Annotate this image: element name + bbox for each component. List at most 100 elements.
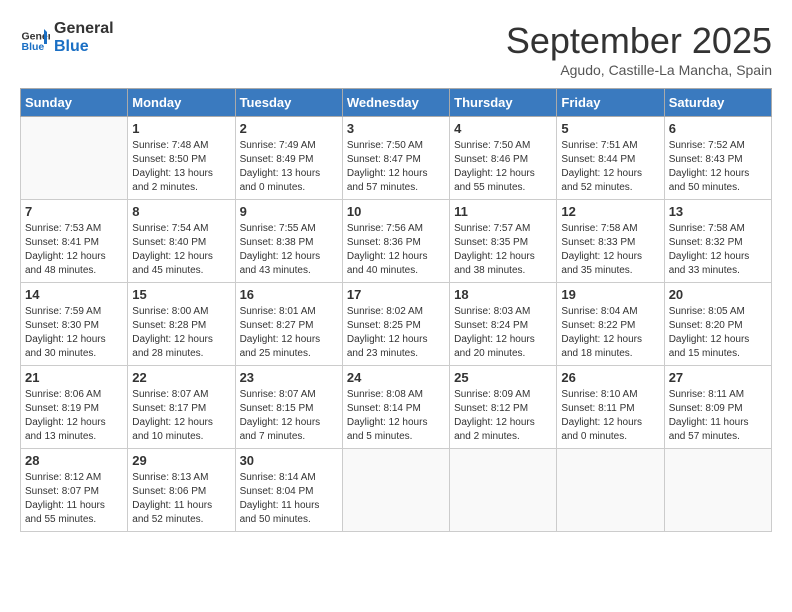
day-number: 9	[240, 204, 338, 219]
subtitle: Agudo, Castille-La Mancha, Spain	[506, 62, 772, 78]
weekday-header-wednesday: Wednesday	[342, 89, 449, 117]
day-number: 23	[240, 370, 338, 385]
day-info: Sunrise: 8:05 AM Sunset: 8:20 PM Dayligh…	[669, 305, 767, 361]
calendar-table: SundayMondayTuesdayWednesdayThursdayFrid…	[20, 88, 772, 532]
weekday-header-tuesday: Tuesday	[235, 89, 342, 117]
calendar-cell: 17 Sunrise: 8:02 AM Sunset: 8:25 PM Dayli…	[342, 283, 449, 366]
day-info: Sunrise: 7:52 AM Sunset: 8:43 PM Dayligh…	[669, 139, 767, 195]
day-number: 29	[132, 453, 230, 468]
calendar-cell: 8 Sunrise: 7:54 AM Sunset: 8:40 PM Daylig…	[128, 200, 235, 283]
day-number: 16	[240, 287, 338, 302]
day-number: 28	[25, 453, 123, 468]
calendar-cell: 18Sunrise: 8:03 AM Sunset: 8:24 PM Dayli…	[450, 283, 557, 366]
day-info: Sunrise: 7:58 AM Sunset: 8:33 PM Dayligh…	[561, 222, 659, 278]
calendar-cell: 16 Sunrise: 8:01 AM Sunset: 8:27 PM Dayli…	[235, 283, 342, 366]
day-info: Sunrise: 8:13 AM Sunset: 8:06 PM Dayligh…	[132, 471, 230, 527]
calendar-cell: 3 Sunrise: 7:50 AM Sunset: 8:47 PM Daylig…	[342, 117, 449, 200]
day-info: Sunrise: 8:09 AM Sunset: 8:12 PM Dayligh…	[454, 388, 552, 444]
calendar-cell: 15Sunrise: 8:00 AM Sunset: 8:28 PM Dayli…	[128, 283, 235, 366]
day-info: Sunrise: 8:06 AM Sunset: 8:19 PM Dayligh…	[25, 388, 123, 444]
calendar-cell: 5Sunrise: 7:51 AM Sunset: 8:44 PM Daylig…	[557, 117, 664, 200]
day-number: 1	[132, 121, 230, 136]
day-number: 24	[347, 370, 445, 385]
title-area: September 2025 Agudo, Castille-La Mancha…	[506, 20, 772, 78]
calendar-cell: 27Sunrise: 8:11 AM Sunset: 8:09 PM Dayli…	[664, 366, 771, 449]
calendar-cell: 4Sunrise: 7:50 AM Sunset: 8:46 PM Daylig…	[450, 117, 557, 200]
calendar-cell: 13 Sunrise: 7:58 AM Sunset: 8:32 PM Dayli…	[664, 200, 771, 283]
calendar-cell	[557, 449, 664, 532]
day-info: Sunrise: 7:58 AM Sunset: 8:32 PM Dayligh…	[669, 222, 767, 278]
day-info: Sunrise: 7:54 AM Sunset: 8:40 PM Dayligh…	[132, 222, 230, 278]
calendar-cell: 6 Sunrise: 7:52 AM Sunset: 8:43 PM Daylig…	[664, 117, 771, 200]
logo-blue: Blue	[54, 38, 114, 56]
calendar-cell: 25Sunrise: 8:09 AM Sunset: 8:12 PM Dayli…	[450, 366, 557, 449]
day-number: 12	[561, 204, 659, 219]
calendar-cell: 23 Sunrise: 8:07 AM Sunset: 8:15 PM Dayli…	[235, 366, 342, 449]
calendar-cell: 30Sunrise: 8:14 AM Sunset: 8:04 PM Dayli…	[235, 449, 342, 532]
calendar-cell	[21, 117, 128, 200]
day-number: 13	[669, 204, 767, 219]
calendar-cell: 20 Sunrise: 8:05 AM Sunset: 8:20 PM Dayli…	[664, 283, 771, 366]
calendar-cell	[450, 449, 557, 532]
day-info: Sunrise: 8:00 AM Sunset: 8:28 PM Dayligh…	[132, 305, 230, 361]
day-number: 19	[561, 287, 659, 302]
day-info: Sunrise: 8:01 AM Sunset: 8:27 PM Dayligh…	[240, 305, 338, 361]
calendar-week-4: 21 Sunrise: 8:06 AM Sunset: 8:19 PM Dayli…	[21, 366, 772, 449]
calendar-cell	[664, 449, 771, 532]
calendar-cell: 11 Sunrise: 7:57 AM Sunset: 8:35 PM Dayli…	[450, 200, 557, 283]
day-number: 21	[25, 370, 123, 385]
day-info: Sunrise: 8:02 AM Sunset: 8:25 PM Dayligh…	[347, 305, 445, 361]
calendar-cell: 7 Sunrise: 7:53 AM Sunset: 8:41 PM Daylig…	[21, 200, 128, 283]
day-info: Sunrise: 8:14 AM Sunset: 8:04 PM Dayligh…	[240, 471, 338, 527]
calendar-cell: 9 Sunrise: 7:55 AM Sunset: 8:38 PM Daylig…	[235, 200, 342, 283]
calendar-cell	[342, 449, 449, 532]
day-info: Sunrise: 7:48 AM Sunset: 8:50 PM Dayligh…	[132, 139, 230, 195]
calendar-cell: 29 Sunrise: 8:13 AM Sunset: 8:06 PM Dayli…	[128, 449, 235, 532]
month-title: September 2025	[506, 20, 772, 62]
day-info: Sunrise: 7:57 AM Sunset: 8:35 PM Dayligh…	[454, 222, 552, 278]
calendar-cell: 19 Sunrise: 8:04 AM Sunset: 8:22 PM Dayli…	[557, 283, 664, 366]
calendar-week-1: 1 Sunrise: 7:48 AM Sunset: 8:50 PM Daylig…	[21, 117, 772, 200]
day-number: 8	[132, 204, 230, 219]
calendar-cell: 2Sunrise: 7:49 AM Sunset: 8:49 PM Daylig…	[235, 117, 342, 200]
weekday-header-saturday: Saturday	[664, 89, 771, 117]
logo-general: General	[54, 20, 114, 38]
calendar-cell: 22Sunrise: 8:07 AM Sunset: 8:17 PM Dayli…	[128, 366, 235, 449]
calendar-cell: 12 Sunrise: 7:58 AM Sunset: 8:33 PM Dayli…	[557, 200, 664, 283]
svg-text:Blue: Blue	[22, 41, 45, 53]
day-info: Sunrise: 8:10 AM Sunset: 8:11 PM Dayligh…	[561, 388, 659, 444]
day-number: 20	[669, 287, 767, 302]
day-number: 7	[25, 204, 123, 219]
logo: General Blue General Blue	[20, 20, 114, 55]
day-info: Sunrise: 8:03 AM Sunset: 8:24 PM Dayligh…	[454, 305, 552, 361]
calendar-week-5: 28Sunrise: 8:12 AM Sunset: 8:07 PM Dayli…	[21, 449, 772, 532]
day-info: Sunrise: 7:56 AM Sunset: 8:36 PM Dayligh…	[347, 222, 445, 278]
calendar-week-2: 7 Sunrise: 7:53 AM Sunset: 8:41 PM Daylig…	[21, 200, 772, 283]
day-info: Sunrise: 8:08 AM Sunset: 8:14 PM Dayligh…	[347, 388, 445, 444]
calendar-cell: 10 Sunrise: 7:56 AM Sunset: 8:36 PM Dayli…	[342, 200, 449, 283]
day-number: 10	[347, 204, 445, 219]
header: General Blue General Blue September 2025…	[20, 20, 772, 78]
day-number: 3	[347, 121, 445, 136]
day-number: 17	[347, 287, 445, 302]
weekday-header-monday: Monday	[128, 89, 235, 117]
calendar-cell: 1 Sunrise: 7:48 AM Sunset: 8:50 PM Daylig…	[128, 117, 235, 200]
day-number: 2	[240, 121, 338, 136]
day-number: 27	[669, 370, 767, 385]
day-info: Sunrise: 7:51 AM Sunset: 8:44 PM Dayligh…	[561, 139, 659, 195]
day-number: 6	[669, 121, 767, 136]
calendar-cell: 26 Sunrise: 8:10 AM Sunset: 8:11 PM Dayli…	[557, 366, 664, 449]
calendar-cell: 21 Sunrise: 8:06 AM Sunset: 8:19 PM Dayli…	[21, 366, 128, 449]
calendar-cell: 24 Sunrise: 8:08 AM Sunset: 8:14 PM Dayli…	[342, 366, 449, 449]
day-info: Sunrise: 8:04 AM Sunset: 8:22 PM Dayligh…	[561, 305, 659, 361]
day-number: 22	[132, 370, 230, 385]
day-info: Sunrise: 7:50 AM Sunset: 8:47 PM Dayligh…	[347, 139, 445, 195]
weekday-header-thursday: Thursday	[450, 89, 557, 117]
day-info: Sunrise: 7:53 AM Sunset: 8:41 PM Dayligh…	[25, 222, 123, 278]
day-number: 26	[561, 370, 659, 385]
day-number: 14	[25, 287, 123, 302]
day-info: Sunrise: 8:07 AM Sunset: 8:15 PM Dayligh…	[240, 388, 338, 444]
day-info: Sunrise: 7:55 AM Sunset: 8:38 PM Dayligh…	[240, 222, 338, 278]
day-number: 11	[454, 204, 552, 219]
calendar-week-3: 14Sunrise: 7:59 AM Sunset: 8:30 PM Dayli…	[21, 283, 772, 366]
